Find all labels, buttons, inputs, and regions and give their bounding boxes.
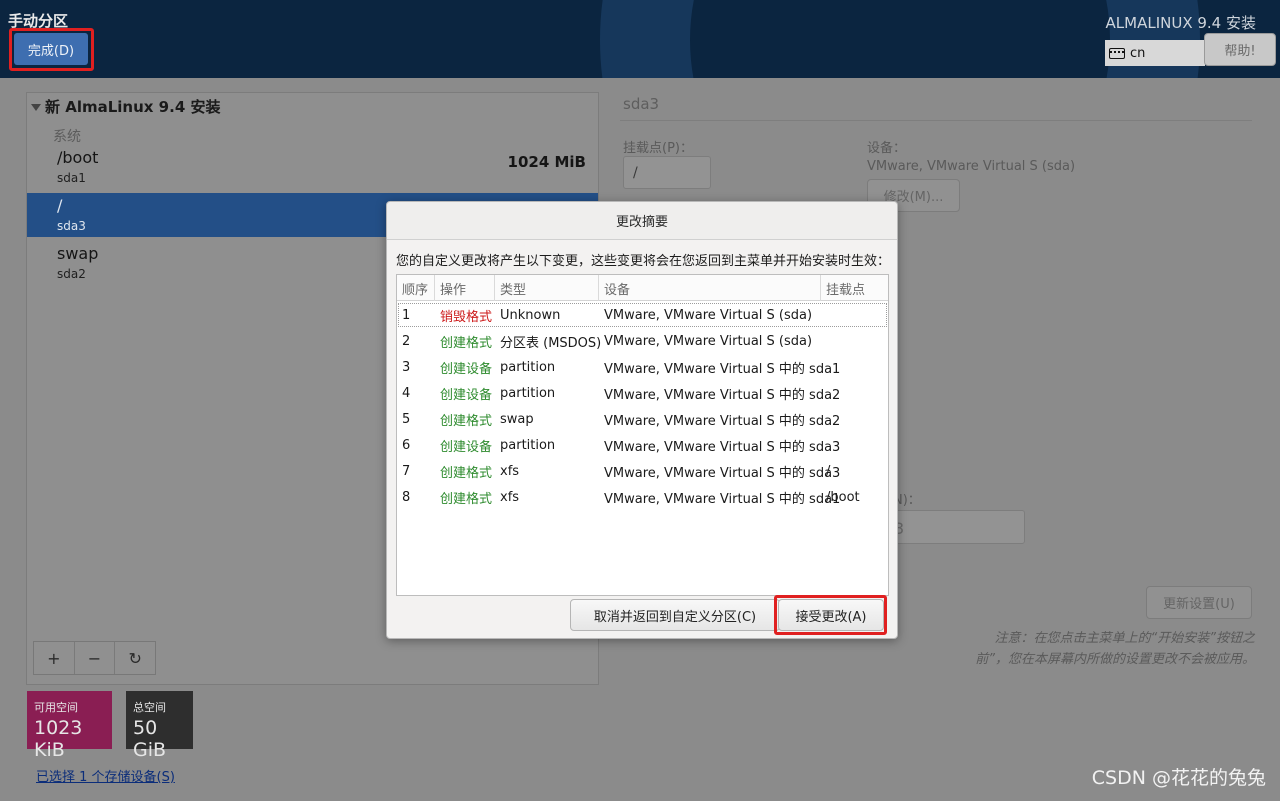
product-title: ALMALINUX 9.4 安装 — [1105, 14, 1256, 32]
cell-action: 创建设备 — [440, 439, 493, 455]
cell-order: 4 — [402, 385, 411, 401]
cell-device: VMware, VMware Virtual S 中的 sda1 — [604, 491, 841, 507]
mount-size: 1024 MiB — [507, 153, 586, 171]
mount-name: / — [57, 196, 63, 215]
refresh-button[interactable]: ↻ — [115, 642, 155, 674]
keyboard-layout-indicator[interactable]: cn — [1105, 40, 1205, 66]
mount-name: /boot — [57, 148, 99, 167]
column-header-action[interactable]: 操作 — [435, 275, 495, 301]
cell-device: VMware, VMware Virtual S 中的 sda3 — [604, 465, 841, 481]
mount-toolbar: + − ↻ — [33, 641, 156, 675]
install-group-title: 新 AlmaLinux 9.4 安装 — [45, 98, 221, 116]
divider — [620, 120, 1252, 121]
total-space-value: 50 GiB — [133, 717, 167, 761]
cell-type: partition — [500, 437, 556, 453]
column-header-order[interactable]: 顺序 — [397, 275, 435, 301]
dialog-description: 您的自定义更改将产生以下变更，这些变更将会在您返回到主菜单并开始安装时生效： — [396, 254, 891, 269]
mount-name: swap — [57, 244, 99, 263]
note-text: 注意：在您点击主菜单上的“开始安装”按钮之前”，您在本屏幕内所做的设置更改不会被… — [975, 631, 1255, 667]
cell-action: 创建格式 — [440, 335, 493, 351]
cell-order: 2 — [402, 333, 411, 349]
total-space-label: 总空间 — [133, 701, 166, 714]
total-space-badge: 总空间 50 GiB — [126, 691, 193, 761]
cell-device: VMware, VMware Virtual S 中的 sda3 — [604, 439, 841, 455]
keyboard-icon — [1109, 47, 1125, 59]
table-row[interactable]: 5 创建格式 swap VMware, VMware Virtual S 中的 sda… — [397, 406, 888, 432]
cell-action: 创建格式 — [440, 413, 493, 429]
remove-mount-button[interactable]: − — [75, 642, 116, 674]
update-settings-button[interactable]: 更新设置(U) — [1146, 586, 1252, 619]
cell-mount: /boot — [826, 489, 860, 505]
cell-device: VMware, VMware Virtual S 中的 sda2 — [604, 387, 841, 403]
mount-device: sda1 — [57, 171, 86, 185]
cell-action: 创建设备 — [440, 387, 493, 403]
section-label: 系统 — [53, 129, 81, 145]
expander-arrow-icon — [31, 104, 41, 111]
mount-point-input[interactable]: / — [623, 156, 711, 189]
available-space-badge: 可用空间 1023 KiB — [27, 691, 112, 761]
cell-device: VMware, VMware Virtual S 中的 sda2 — [604, 413, 841, 429]
mount-item-boot[interactable]: /boot sda1 1024 MiB — [27, 145, 598, 189]
mount-device: sda3 — [57, 219, 86, 233]
column-header-mount[interactable]: 挂载点 — [821, 275, 888, 301]
changes-table: 顺序 操作 类型 设备 挂载点 1 销毁格式 Unknown VMware, VMwa… — [396, 274, 889, 596]
cell-device: VMware, VMware Virtual S (sda) — [604, 307, 813, 323]
column-header-device[interactable]: 设备 — [599, 275, 821, 301]
highlight-box — [9, 28, 94, 71]
cell-order: 1 — [402, 307, 411, 323]
cell-type: partition — [500, 385, 556, 401]
cell-type: xfs — [500, 489, 520, 505]
cell-action: 销毁格式 — [440, 309, 493, 325]
keyboard-layout-label: cn — [1130, 45, 1146, 61]
add-mount-button[interactable]: + — [34, 642, 75, 674]
dialog-title: 更改摘要 — [387, 202, 897, 240]
cell-device: VMware, VMware Virtual S (sda) — [604, 333, 813, 349]
cell-device: VMware, VMware Virtual S 中的 sda1 — [604, 361, 841, 377]
cell-order: 3 — [402, 359, 411, 375]
cell-action: 创建格式 — [440, 491, 493, 507]
cell-order: 7 — [402, 463, 411, 479]
table-row[interactable]: 8 创建格式 xfs VMware, VMware Virtual S 中的 sda1… — [397, 484, 888, 510]
install-group-header[interactable]: 新 AlmaLinux 9.4 安装 — [31, 96, 220, 117]
highlight-box — [774, 595, 887, 635]
cell-action: 创建格式 — [440, 465, 493, 481]
table-row[interactable]: 3 创建设备 partition VMware, VMware Virtual S 中… — [397, 354, 888, 380]
cell-order: 5 — [402, 411, 411, 427]
mount-point-label: 挂载点(P)： — [623, 141, 693, 156]
cell-order: 6 — [402, 437, 411, 453]
help-button[interactable]: 帮助! — [1204, 33, 1276, 66]
cell-order: 8 — [402, 489, 411, 505]
table-row[interactable]: 4 创建设备 partition VMware, VMware Virtual S 中… — [397, 380, 888, 406]
device-value: VMware, VMware Virtual S (sda) — [867, 159, 1076, 174]
column-header-type[interactable]: 类型 — [495, 275, 599, 301]
detail-title: sda3 — [623, 95, 660, 113]
top-bar: 手动分区 完成(D) ALMALINUX 9.4 安装 cn 帮助! — [0, 0, 1280, 78]
available-space-label: 可用空间 — [34, 701, 78, 714]
table-row[interactable]: 6 创建设备 partition VMware, VMware Virtual S 中… — [397, 432, 888, 458]
cell-type: 分区表 (MSDOS) — [500, 335, 602, 351]
cell-type: swap — [500, 411, 534, 427]
cell-type: Unknown — [500, 307, 561, 323]
cancel-button[interactable]: 取消并返回到自定义分区(C) — [570, 599, 780, 631]
table-row[interactable]: 7 创建格式 xfs VMware, VMware Virtual S 中的 sda3… — [397, 458, 888, 484]
cell-mount: / — [826, 463, 831, 479]
cell-type: xfs — [500, 463, 520, 479]
cell-action: 创建设备 — [440, 361, 493, 377]
storage-devices-link[interactable]: 已选择 1 个存储设备(S) — [36, 766, 175, 785]
summary-dialog: 更改摘要 您的自定义更改将产生以下变更，这些变更将会在您返回到主菜单并开始安装时… — [386, 201, 898, 639]
device-label: 设备： — [867, 141, 907, 156]
table-header: 顺序 操作 类型 设备 挂载点 — [397, 275, 888, 301]
table-row[interactable]: 2 创建格式 分区表 (MSDOS) VMware, VMware Virtual S… — [397, 328, 888, 354]
available-space-value: 1023 KiB — [34, 717, 83, 761]
cell-type: partition — [500, 359, 556, 375]
watermark: CSDN @花花的兔兔 — [1091, 767, 1266, 789]
mount-device: sda2 — [57, 267, 86, 281]
table-row[interactable]: 1 销毁格式 Unknown VMware, VMware Virtual S (sd… — [397, 302, 888, 328]
